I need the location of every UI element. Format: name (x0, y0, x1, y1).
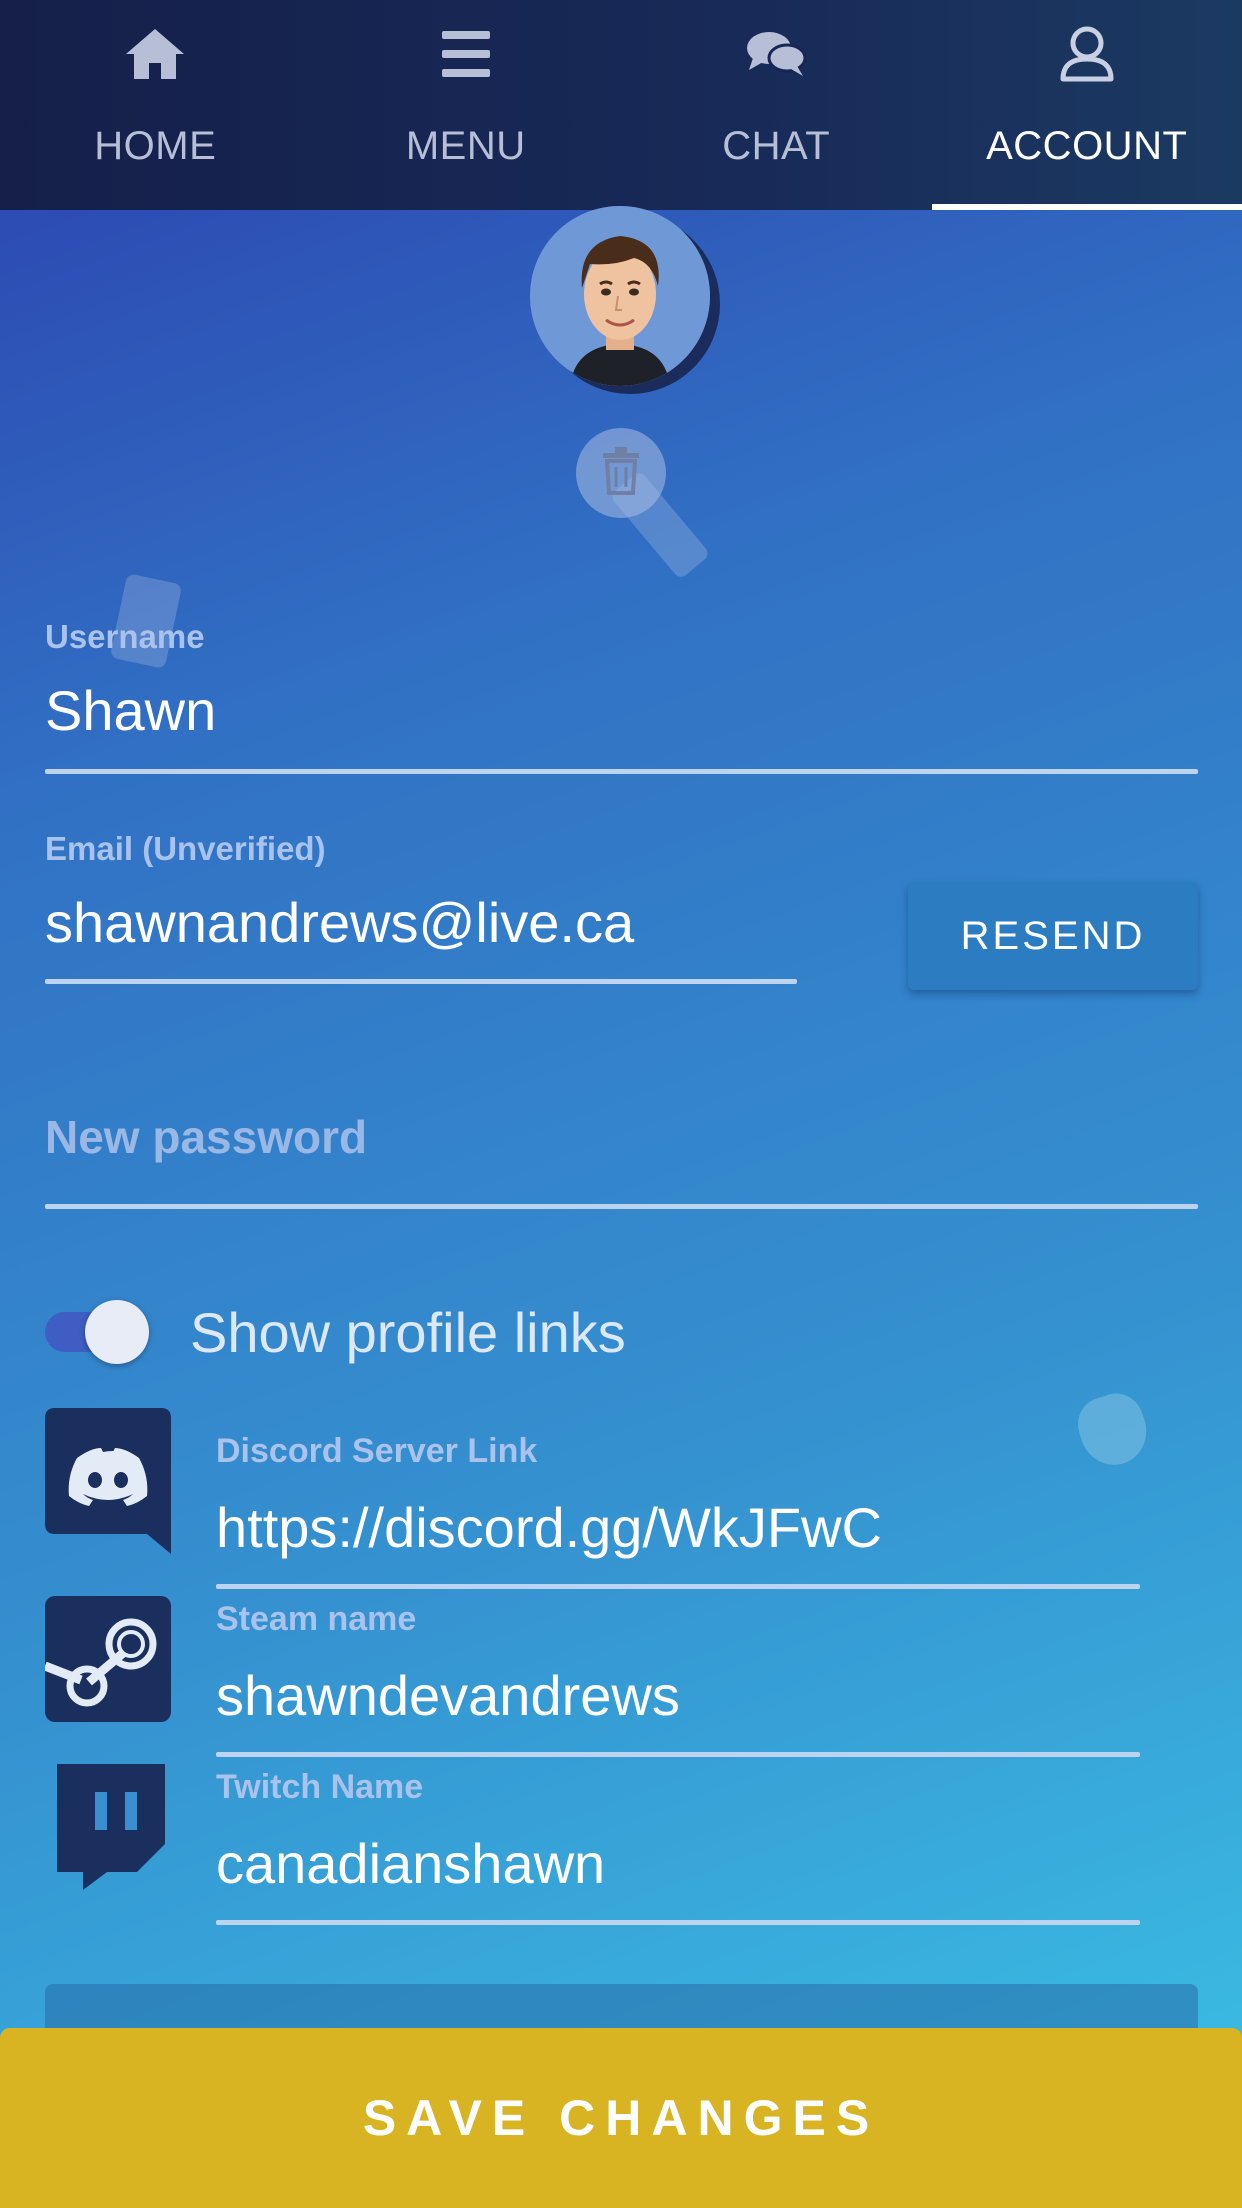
username-input[interactable]: Shawn (45, 678, 1198, 743)
username-underline (45, 769, 1198, 774)
tab-account-label: ACCOUNT (986, 124, 1188, 168)
tab-menu[interactable]: MENU (311, 0, 622, 210)
password-field[interactable]: New password (45, 1110, 1198, 1209)
tab-home-label: HOME (94, 124, 217, 168)
steam-input[interactable]: shawndevandrews (216, 1663, 1140, 1728)
tab-chat-label: CHAT (722, 124, 831, 168)
steam-icon (45, 1596, 171, 1722)
tab-account[interactable]: ACCOUNT (931, 0, 1242, 210)
email-input[interactable]: shawnandrews@live.ca (45, 890, 797, 955)
user-icon (1059, 26, 1115, 82)
tab-chat[interactable]: CHAT (621, 0, 932, 210)
password-input[interactable]: New password (45, 1110, 1198, 1164)
tab-home[interactable]: HOME (0, 0, 311, 210)
save-changes-button[interactable]: SAVE CHANGES (0, 2028, 1242, 2208)
email-field[interactable]: Email (Unverified) shawnandrews@live.ca (45, 830, 797, 984)
discord-link-field[interactable]: Discord Server Link https://discord.gg/W… (216, 1432, 1140, 1589)
home-icon (124, 26, 186, 82)
username-field[interactable]: Username Shawn (45, 618, 1198, 774)
twitch-name-field[interactable]: Twitch Name canadianshawn (216, 1768, 1140, 1925)
top-navigation: HOME MENU CHAT ACCOUNT (0, 0, 1242, 210)
password-underline (45, 1204, 1198, 1209)
twitch-label: Twitch Name (216, 1768, 424, 1806)
delete-photo-button[interactable] (576, 428, 666, 518)
twitch-input[interactable]: canadianshawn (216, 1831, 1140, 1896)
twitch-underline (216, 1920, 1140, 1925)
email-underline (45, 979, 797, 984)
show-profile-links-toggle[interactable] (45, 1300, 149, 1364)
discord-underline (216, 1584, 1140, 1589)
resend-button[interactable]: RESEND (908, 882, 1198, 990)
show-profile-links-label: Show profile links (190, 1301, 626, 1364)
toggle-knob (85, 1300, 149, 1364)
discord-icon (45, 1408, 171, 1554)
steam-name-field[interactable]: Steam name shawndevandrews (216, 1600, 1140, 1757)
profile-avatar[interactable] (530, 206, 720, 396)
discord-label: Discord Server Link (216, 1432, 538, 1470)
email-label: Email (Unverified) (45, 830, 326, 867)
tab-menu-label: MENU (405, 124, 526, 168)
chat-icon (745, 26, 807, 82)
avatar-portrait (530, 206, 710, 386)
steam-underline (216, 1752, 1140, 1757)
discord-input[interactable]: https://discord.gg/WkJFwC (216, 1495, 1140, 1560)
twitch-icon (45, 1764, 171, 1890)
steam-label: Steam name (216, 1600, 417, 1638)
menu-icon (441, 26, 490, 82)
username-label: Username (45, 618, 205, 655)
trash-icon (601, 446, 641, 500)
